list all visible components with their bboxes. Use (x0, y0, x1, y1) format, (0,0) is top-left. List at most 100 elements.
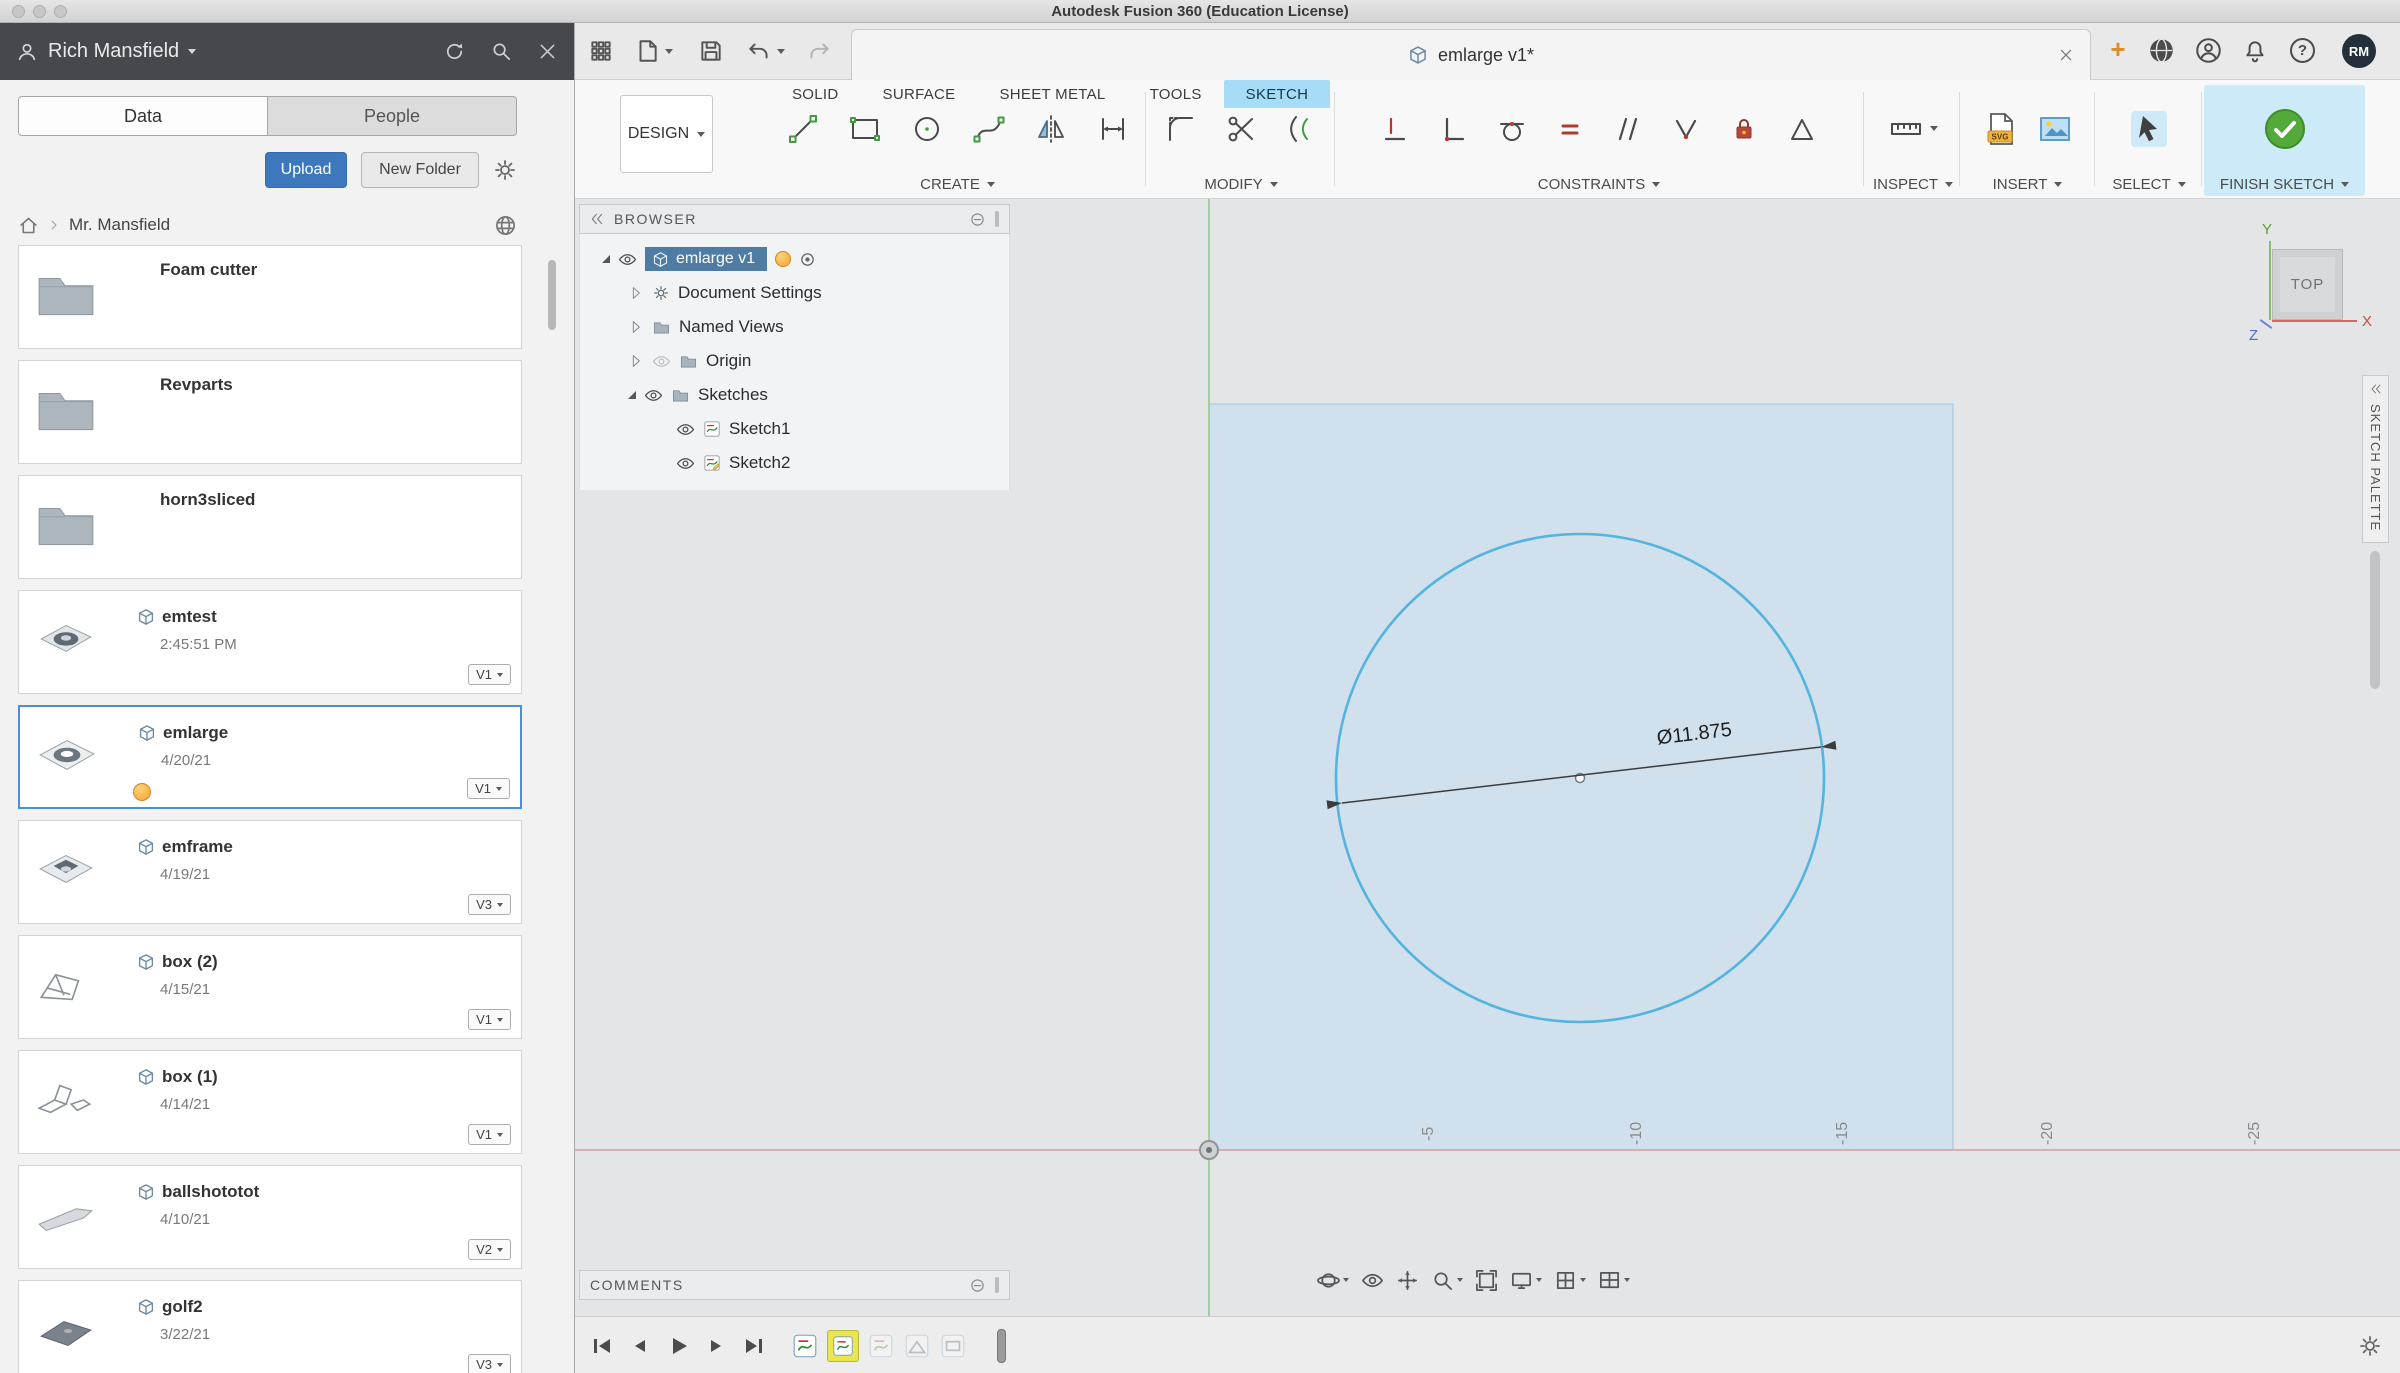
timeline-playhead[interactable] (997, 1328, 1006, 1363)
app-grid-icon[interactable] (588, 38, 614, 64)
constraint-symmetry-icon[interactable] (1787, 114, 1817, 144)
constraint-equal-icon[interactable] (1555, 114, 1585, 144)
origin-point[interactable] (1199, 1140, 1219, 1160)
canvas-scrollbar[interactable] (2370, 551, 2380, 689)
inspect-menu[interactable]: INSPECT (1867, 172, 1959, 196)
step-back-icon[interactable] (629, 1335, 651, 1357)
timeline-feature-rolled-back-icon[interactable] (903, 1332, 931, 1360)
tab-data[interactable]: Data (18, 96, 268, 136)
viewcube[interactable]: Y TOP X Z (2249, 221, 2393, 346)
zoom-icon[interactable] (1431, 1269, 1463, 1292)
list-item-folder[interactable]: Foam cutter (18, 245, 522, 349)
version-badge[interactable]: V1 (468, 664, 511, 685)
search-icon[interactable] (490, 40, 513, 63)
constraint-perpendicular-icon[interactable] (1671, 114, 1701, 144)
constraint-tangent-icon[interactable] (1497, 114, 1527, 144)
list-item-design[interactable]: box (2) 4/15/21 V1 (18, 935, 522, 1039)
timeline-sketch1-icon[interactable] (791, 1332, 819, 1360)
expand-closed-icon[interactable] (628, 285, 644, 301)
canvas-insert-icon[interactable] (2037, 111, 2073, 147)
tree-node-sketch1[interactable]: Sketch1 (580, 412, 1009, 446)
version-badge[interactable]: V2 (468, 1239, 511, 1260)
viewports-icon[interactable] (1598, 1269, 1630, 1292)
tree-node-origin[interactable]: Origin (580, 344, 1009, 378)
upload-button[interactable]: Upload (265, 152, 347, 188)
list-item-design[interactable]: emframe 4/19/21 V3 (18, 820, 522, 924)
close-panel-icon[interactable] (537, 41, 558, 62)
comments-drag-handle[interactable] (995, 1277, 999, 1293)
timeline-feature-rolled-back-icon[interactable] (867, 1332, 895, 1360)
create-menu[interactable]: CREATE (770, 172, 1145, 196)
constraint-parallel-icon[interactable] (1613, 114, 1643, 144)
finish-sketch-button[interactable]: FINISH SKETCH (2204, 85, 2365, 196)
undo-menu[interactable] (746, 38, 785, 64)
timeline-sketch2-icon-selected[interactable] (827, 1329, 859, 1362)
profile-icon[interactable] (2195, 37, 2222, 64)
save-icon[interactable] (698, 38, 724, 64)
list-item-design[interactable]: golf2 3/22/21 V3 (18, 1280, 522, 1373)
measure-icon[interactable] (1888, 111, 1924, 147)
play-icon[interactable] (667, 1335, 689, 1357)
list-item-design[interactable]: box (1) 4/14/21 V1 (18, 1050, 522, 1154)
tab-people[interactable]: People (268, 96, 517, 136)
spline-tool-icon[interactable] (971, 111, 1007, 147)
version-badge[interactable]: V3 (468, 894, 511, 915)
redo-icon[interactable] (806, 38, 832, 64)
display-settings-icon[interactable] (1510, 1269, 1542, 1292)
constraint-horizontal-vertical-icon[interactable] (1381, 114, 1411, 144)
insert-menu[interactable]: INSERT (1964, 172, 2091, 196)
list-item-folder[interactable]: Revparts (18, 360, 522, 464)
offset-tool-icon[interactable] (1283, 111, 1319, 147)
close-tab-icon[interactable] (2058, 47, 2074, 63)
new-tab-button[interactable]: + (2103, 34, 2133, 64)
avatar[interactable]: RM (2342, 34, 2376, 68)
data-settings-gear-icon[interactable] (493, 158, 517, 182)
open-on-web-icon[interactable] (494, 214, 517, 237)
step-forward-icon[interactable] (705, 1335, 727, 1357)
fit-icon[interactable] (1475, 1269, 1498, 1292)
refresh-icon[interactable] (443, 40, 466, 63)
constraint-coincident-icon[interactable] (1439, 114, 1469, 144)
document-tab[interactable]: emlarge v1* (851, 29, 2091, 80)
select-cursor-icon[interactable] (2129, 109, 2169, 149)
mirror-tool-icon[interactable] (1033, 111, 1069, 147)
eye-icon[interactable] (644, 386, 663, 405)
grid-settings-icon[interactable] (1554, 1269, 1586, 1292)
eye-off-icon[interactable] (652, 352, 671, 371)
user-menu[interactable]: Rich Mansfield (48, 40, 197, 63)
bell-icon[interactable] (2242, 38, 2268, 64)
file-menu[interactable] (634, 38, 673, 64)
orbit-icon[interactable] (1317, 1269, 1349, 1292)
rectangle-tool-icon[interactable] (847, 111, 883, 147)
constraint-fix-icon[interactable] (1729, 114, 1759, 144)
tree-node-named-views[interactable]: Named Views (580, 310, 1009, 344)
constraints-menu[interactable]: CONSTRAINTS (1337, 172, 1861, 196)
version-badge[interactable]: V1 (468, 1124, 511, 1145)
tree-node-root[interactable]: emlarge v1 (580, 242, 1009, 276)
expand-open-icon[interactable] (602, 255, 610, 263)
modify-menu[interactable]: MODIFY (1150, 172, 1332, 196)
timeline-settings-gear-icon[interactable] (2358, 1334, 2382, 1358)
breadcrumb-root[interactable]: Mr. Mansfield (69, 215, 170, 235)
expand-closed-icon[interactable] (628, 353, 644, 369)
look-at-icon[interactable] (1361, 1269, 1384, 1292)
browser-options-icon[interactable] (970, 212, 985, 227)
viewport[interactable]: Ø11.875 -5 -10 -15 -20 -25 BROWSER emlar… (575, 199, 2400, 1316)
line-tool-icon[interactable] (785, 111, 821, 147)
trim-tool-icon[interactable] (1223, 111, 1259, 147)
expand-closed-icon[interactable] (628, 319, 644, 335)
comments-options-icon[interactable] (970, 1278, 985, 1293)
eye-icon[interactable] (618, 250, 637, 269)
eye-icon[interactable] (676, 420, 695, 439)
sketch-dimension-icon[interactable] (1095, 111, 1131, 147)
version-badge[interactable]: V1 (468, 1009, 511, 1030)
expand-open-icon[interactable] (628, 391, 636, 399)
new-folder-button[interactable]: New Folder (361, 152, 479, 188)
tree-node-sketch2[interactable]: Sketch2 (580, 446, 1009, 480)
list-item-folder[interactable]: horn3sliced (18, 475, 522, 579)
sketch-palette-tab[interactable]: SKETCH PALETTE (2362, 375, 2389, 543)
skip-to-start-icon[interactable] (591, 1335, 613, 1357)
version-badge[interactable]: V3 (468, 1354, 511, 1373)
circle-tool-icon[interactable] (909, 111, 945, 147)
data-panel-scrollbar[interactable] (548, 260, 556, 330)
